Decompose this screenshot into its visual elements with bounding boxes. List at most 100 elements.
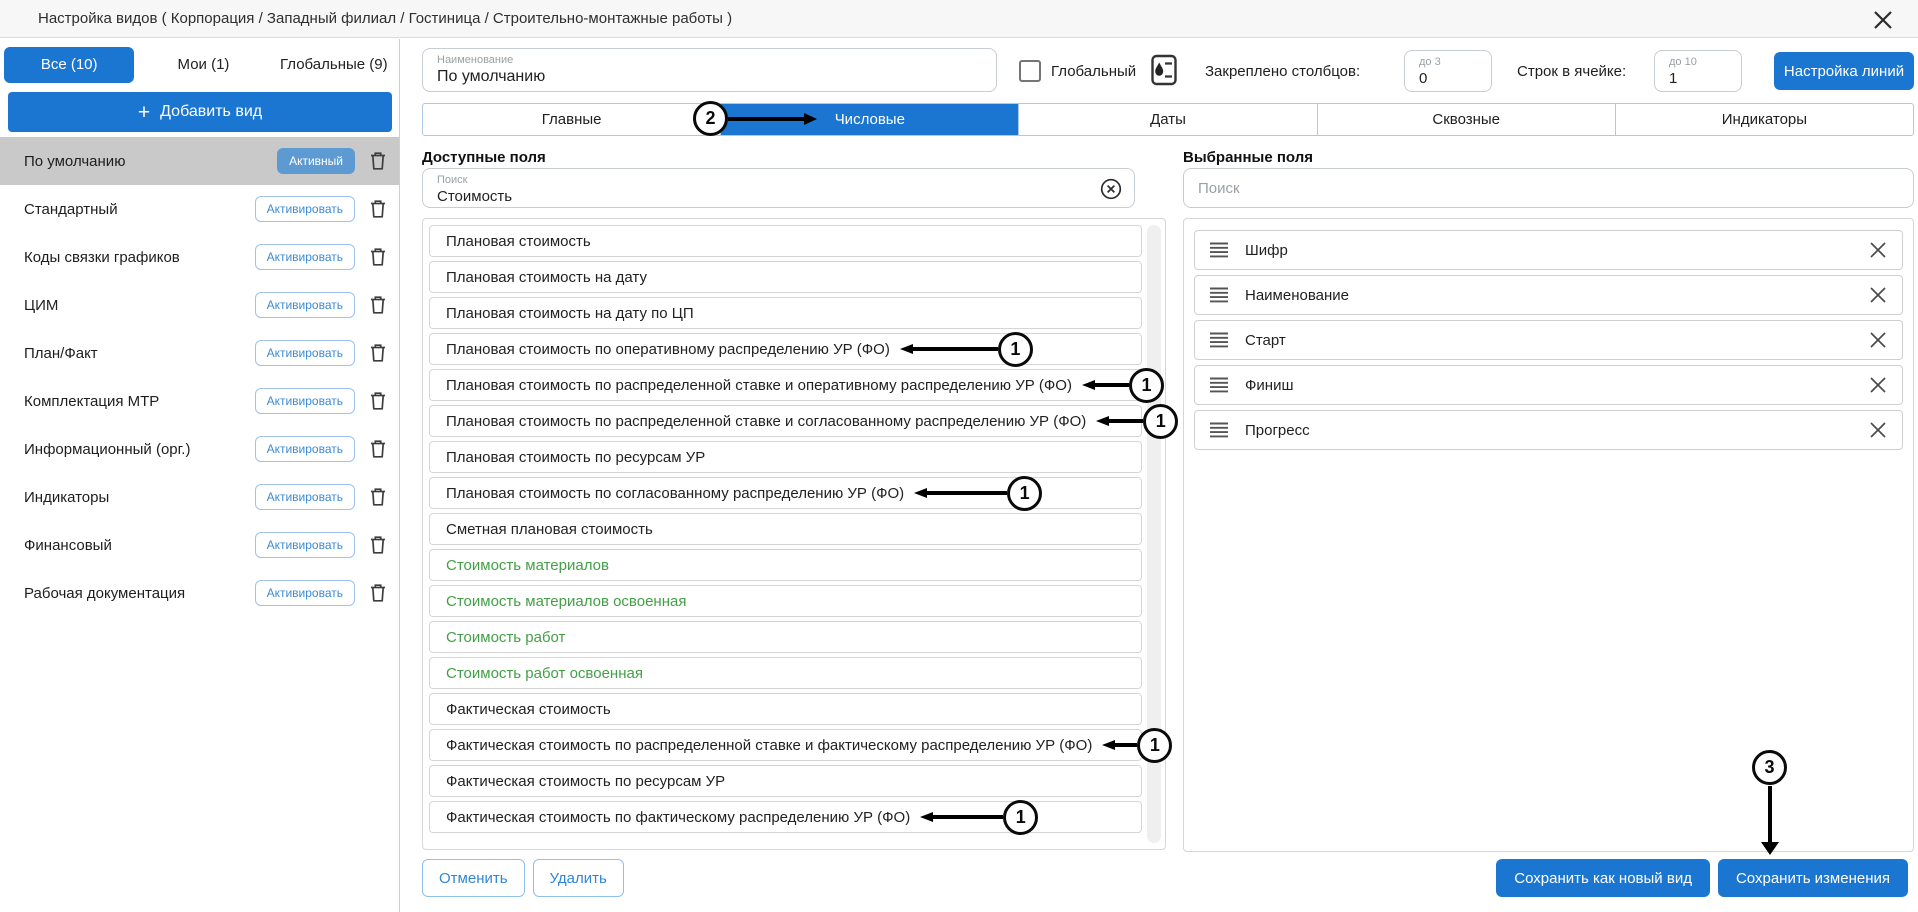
view-name-field[interactable]: Наименование: [422, 48, 997, 92]
available-field-row[interactable]: Плановая стоимость на дату по ЦП: [429, 297, 1142, 329]
delete-view-icon[interactable]: [369, 343, 387, 363]
delete-view-icon[interactable]: [369, 295, 387, 315]
view-list-item[interactable]: По умолчанию Активный: [0, 137, 399, 185]
activate-view-button[interactable]: Активировать: [255, 196, 355, 222]
available-search-input[interactable]: [437, 187, 1077, 207]
view-list-item[interactable]: Информационный (орг.) Активировать: [0, 425, 399, 473]
field-label: Плановая стоимость по распределенной ста…: [446, 377, 1072, 394]
selected-search-input[interactable]: [1198, 169, 1899, 207]
annotation-1-arrowhead: [1102, 740, 1115, 750]
selected-field-row[interactable]: Шифр: [1194, 230, 1903, 270]
activate-view-button[interactable]: Активировать: [255, 340, 355, 366]
footer-actions: Отменить Удалить Сохранить как новый вид…: [422, 859, 1908, 897]
save-as-new-button[interactable]: Сохранить как новый вид: [1496, 859, 1710, 897]
remove-field-icon[interactable]: [1868, 375, 1888, 395]
available-field-row[interactable]: Стоимость работ: [429, 621, 1142, 653]
available-field-row[interactable]: Сметная плановая стоимость: [429, 513, 1142, 545]
selected-search-field[interactable]: [1183, 168, 1914, 208]
clear-search-icon[interactable]: [1100, 178, 1122, 200]
delete-view-icon[interactable]: [369, 535, 387, 555]
drag-handle-icon[interactable]: [1209, 332, 1229, 348]
annotation-marker-1: 1: [914, 476, 1042, 511]
tab-cross-fields[interactable]: Сквозные: [1318, 104, 1616, 135]
rows-per-cell-field[interactable]: до 10: [1654, 50, 1742, 92]
view-list-item[interactable]: План/Факт Активировать: [0, 329, 399, 377]
field-label: Стоимость материалов освоенная: [446, 593, 686, 610]
tab-my-views[interactable]: Мои (1): [138, 47, 268, 83]
available-field-row[interactable]: Фактическая стоимость по фактическому ра…: [429, 801, 1142, 833]
selected-field-row[interactable]: Наименование: [1194, 275, 1903, 315]
selected-field-row[interactable]: Финиш: [1194, 365, 1903, 405]
available-field-row[interactable]: Плановая стоимость по распределенной ста…: [429, 369, 1142, 401]
view-name-input[interactable]: [437, 67, 982, 87]
remove-field-icon[interactable]: [1868, 420, 1888, 440]
ink-drop-icon[interactable]: [1149, 54, 1179, 86]
available-field-row[interactable]: Плановая стоимость по согласованному рас…: [429, 477, 1142, 509]
view-list-item[interactable]: Комплектация МТР Активировать: [0, 377, 399, 425]
available-field-row[interactable]: Стоимость работ освоенная: [429, 657, 1142, 689]
selected-field-row[interactable]: Прогресс: [1194, 410, 1903, 450]
annotation-1-arrowhead: [1096, 416, 1109, 426]
add-view-button[interactable]: + Добавить вид: [8, 92, 392, 132]
annotation-1-arrow: [933, 815, 1003, 819]
available-fields-title: Доступные поля: [422, 149, 546, 166]
remove-field-icon[interactable]: [1868, 330, 1888, 350]
delete-view-icon[interactable]: [369, 199, 387, 219]
tab-date-fields[interactable]: Даты: [1019, 104, 1317, 135]
drag-handle-icon[interactable]: [1209, 422, 1229, 438]
rows-per-cell-hint: до 10: [1669, 56, 1727, 69]
tab-main-fields[interactable]: Главные: [423, 104, 721, 135]
view-list-item[interactable]: ЦИМ Активировать: [0, 281, 399, 329]
tab-global-views[interactable]: Глобальные (9): [269, 47, 399, 83]
view-list-item[interactable]: Коды связки графиков Активировать: [0, 233, 399, 281]
annotation-3-arrow: [1768, 786, 1772, 842]
tab-all-views[interactable]: Все (10): [4, 47, 134, 83]
selected-field-row[interactable]: Старт: [1194, 320, 1903, 360]
activate-view-button[interactable]: Активировать: [255, 388, 355, 414]
delete-view-icon[interactable]: [369, 439, 387, 459]
close-window-icon[interactable]: [1870, 7, 1896, 33]
delete-view-icon[interactable]: [369, 391, 387, 411]
delete-view-icon[interactable]: [369, 583, 387, 603]
global-checkbox[interactable]: [1019, 60, 1041, 82]
available-field-row[interactable]: Фактическая стоимость по ресурсам УР: [429, 765, 1142, 797]
line-settings-button[interactable]: Настройка линий: [1774, 52, 1914, 90]
save-changes-button[interactable]: Сохранить изменения: [1718, 859, 1908, 897]
available-field-row[interactable]: Плановая стоимость на дату: [429, 261, 1142, 293]
available-field-row[interactable]: Фактическая стоимость: [429, 693, 1142, 725]
delete-view-icon[interactable]: [369, 487, 387, 507]
available-field-row[interactable]: Плановая стоимость по ресурсам УР: [429, 441, 1142, 473]
available-field-row[interactable]: Стоимость материалов освоенная: [429, 585, 1142, 617]
activate-view-button[interactable]: Активировать: [255, 484, 355, 510]
drag-handle-icon[interactable]: [1209, 287, 1229, 303]
activate-view-button[interactable]: Активировать: [255, 580, 355, 606]
activate-view-button[interactable]: Активировать: [255, 244, 355, 270]
activate-view-button[interactable]: Активировать: [255, 292, 355, 318]
activate-view-button[interactable]: Активировать: [255, 436, 355, 462]
available-field-row[interactable]: Стоимость материалов: [429, 549, 1142, 581]
view-list-item[interactable]: Финансовый Активировать: [0, 521, 399, 569]
selected-field-list: Шифр Наименование Старт: [1194, 230, 1903, 450]
available-search-field[interactable]: Поиск: [422, 168, 1135, 208]
delete-button[interactable]: Удалить: [533, 859, 624, 897]
delete-view-icon[interactable]: [369, 247, 387, 267]
available-field-row[interactable]: Плановая стоимость по оперативному распр…: [429, 333, 1142, 365]
view-list-item[interactable]: Индикаторы Активировать: [0, 473, 399, 521]
pinned-columns-input[interactable]: [1419, 69, 1477, 89]
drag-handle-icon[interactable]: [1209, 242, 1229, 258]
drag-handle-icon[interactable]: [1209, 377, 1229, 393]
activate-view-button[interactable]: Активировать: [255, 532, 355, 558]
available-field-row[interactable]: Фактическая стоимость по распределенной …: [429, 729, 1142, 761]
available-field-row[interactable]: Плановая стоимость: [429, 225, 1142, 257]
available-field-row[interactable]: Плановая стоимость по распределенной ста…: [429, 405, 1142, 437]
tab-indicator-fields[interactable]: Индикаторы: [1616, 104, 1913, 135]
remove-field-icon[interactable]: [1868, 285, 1888, 305]
view-list-item[interactable]: Стандартный Активировать: [0, 185, 399, 233]
remove-field-icon[interactable]: [1868, 240, 1888, 260]
pinned-columns-field[interactable]: до 3: [1404, 50, 1492, 92]
activate-view-button[interactable]: Активный: [277, 148, 355, 174]
rows-per-cell-input[interactable]: [1669, 69, 1727, 89]
delete-view-icon[interactable]: [369, 151, 387, 171]
view-list-item[interactable]: Рабочая документация Активировать: [0, 569, 399, 617]
cancel-button[interactable]: Отменить: [422, 859, 525, 897]
